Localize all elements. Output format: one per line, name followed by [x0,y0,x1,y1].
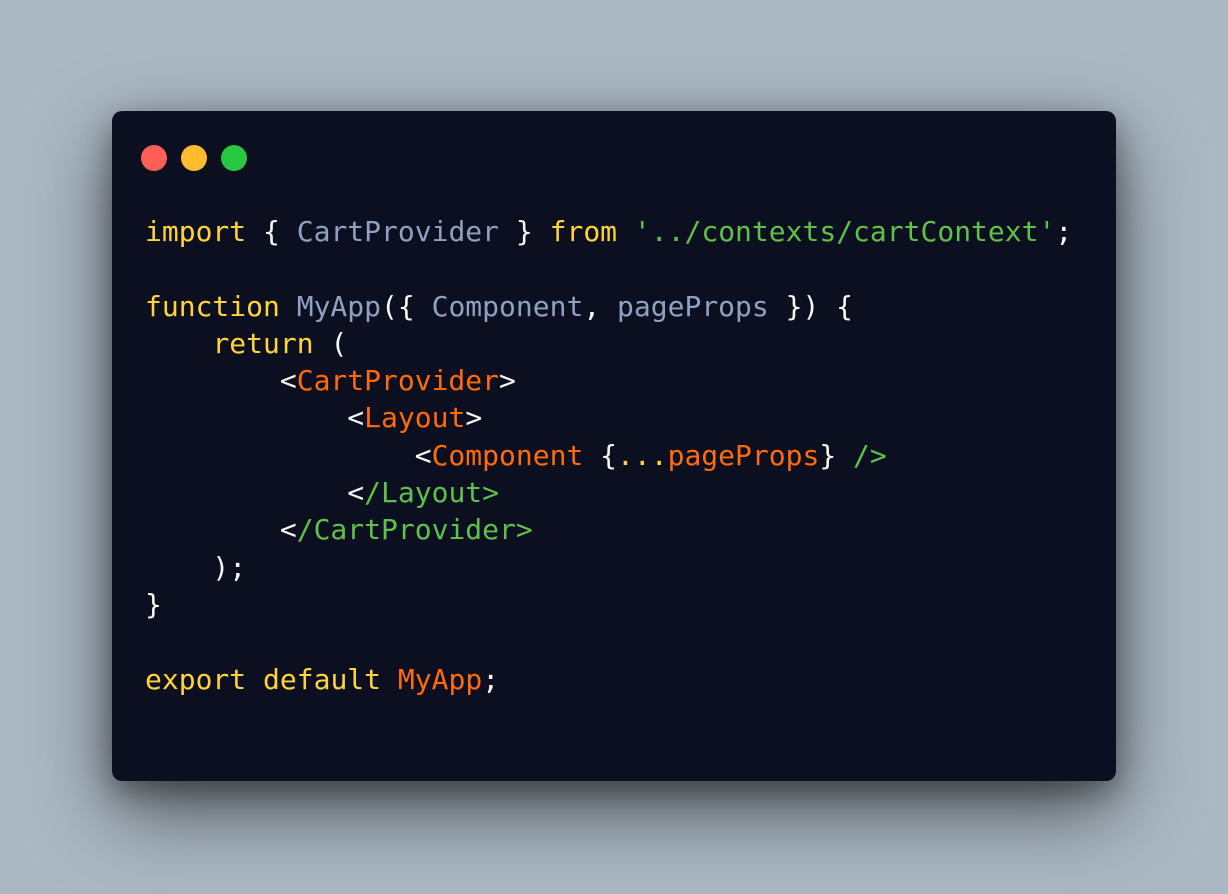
code-line: } [145,586,1072,623]
code-line: </CartProvider> [145,511,1072,548]
code-token-jsx_tag: CartProvider [296,364,500,398]
code-line: ​ [145,250,1072,287]
code-token-punctuation: } [499,215,550,248]
close-dot-icon[interactable] [141,145,167,171]
code-token-punctuation: ); [145,550,247,584]
code-token-jsx_tag: MyApp [397,662,483,696]
code-token-punctuation [145,327,212,360]
code-token-punctuation [617,215,634,248]
code-token-string: /CartProvider> [296,513,533,547]
code-token-punctuation: { [246,215,297,248]
code-token-punctuation: } [819,438,854,472]
code-token-punctuation: < [145,513,297,547]
code-token-punctuation: }) { [768,289,854,323]
code-line: ​ [145,623,1072,660]
code-line: import { CartProvider } from '../context… [145,213,1072,250]
code-line: ); [145,549,1072,586]
code-line: <CartProvider> [145,362,1072,399]
code-line: return ( [145,325,1072,362]
code-token-punctuation [246,663,263,696]
code-line: export default MyApp; [145,661,1072,698]
code-line: <Layout> [145,399,1072,436]
code-token-jsx_tag: Component [431,438,584,472]
code-token-keyword: from [549,215,618,248]
code-window: import { CartProvider } from '../context… [112,111,1116,781]
code-token-punctuation: > [465,401,483,435]
code-token-punctuation: } [145,587,162,621]
code-token-jsx_tag: Layout [364,401,466,435]
code-token-punctuation: ; [1055,215,1073,248]
code-token-punctuation: > [499,364,516,398]
code-token-punctuation: ( [313,326,348,360]
code-token-keyword: export [145,662,247,696]
code-token-punctuation: ({ [381,289,432,323]
code-token-keyword: import [145,215,247,248]
code-token-keyword: default [263,662,382,696]
code-token-string: /> [853,438,887,472]
code-token-identifier: Component [431,289,584,323]
code-token-keyword: return [212,326,314,360]
minimize-dot-icon[interactable] [181,145,207,171]
code-token-keyword: function [145,289,280,323]
code-line: function MyApp({ Component, pageProps })… [145,288,1072,325]
code-token-string: '../contexts/cartContext' [633,215,1056,248]
code-token-identifier: MyApp [296,289,382,323]
code-token-punctuation [381,663,398,696]
code-token-punctuation: ; [482,662,500,696]
code-token-identifier: pageProps [617,289,769,323]
code-token-identifier: CartProvider [296,215,500,248]
code-token-jsx_tag: pageProps [667,438,820,472]
code-token-spread: ... [617,438,668,472]
maximize-dot-icon[interactable] [221,145,247,171]
code-token-punctuation: , [583,289,618,323]
code-token-punctuation: < [145,401,365,435]
code-token-punctuation: < [145,364,297,398]
code-block: import { CartProvider } from '../context… [145,213,1072,698]
code-token-punctuation: < [145,476,365,510]
code-token-string: /Layout> [364,476,500,510]
code-token-punctuation: < [145,438,432,472]
code-token-punctuation [280,290,297,323]
code-line: <Component {...pageProps} /> [145,437,1072,474]
code-token-punctuation: { [583,438,618,472]
code-line: </Layout> [145,474,1072,511]
window-controls [141,145,247,171]
